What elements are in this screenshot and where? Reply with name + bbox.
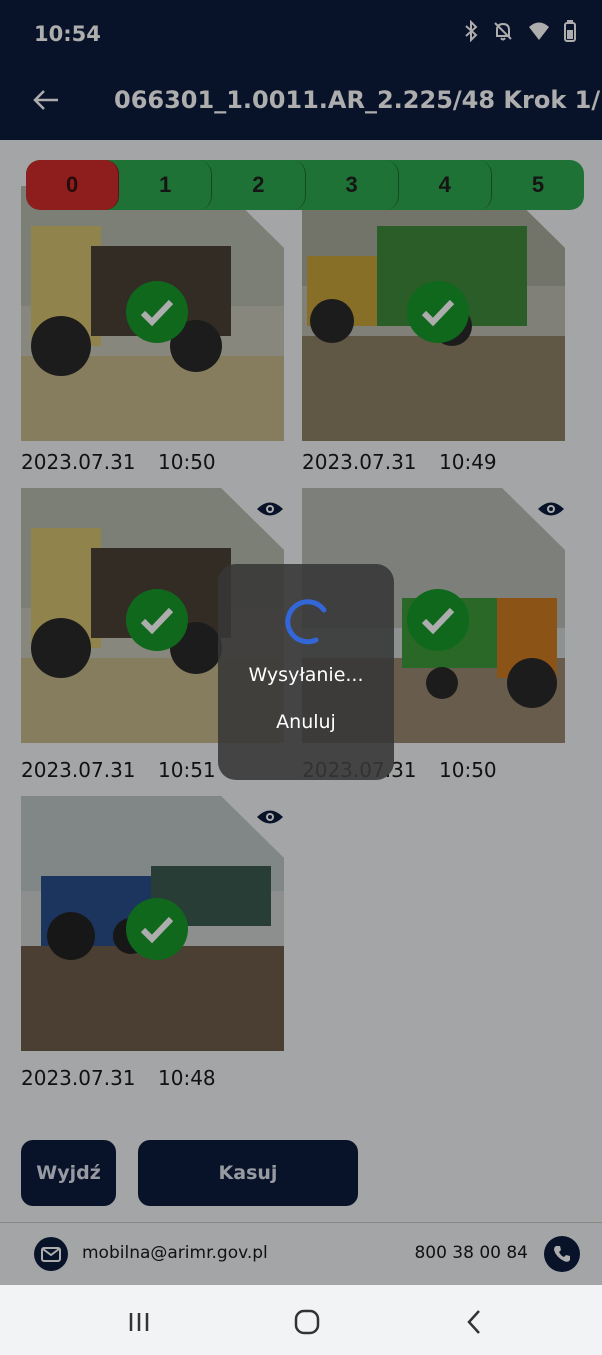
cancel-button[interactable]: Anuluj bbox=[218, 711, 394, 733]
home-icon[interactable] bbox=[294, 1309, 320, 1335]
recent-apps-icon[interactable] bbox=[128, 1311, 150, 1333]
system-nav-bar bbox=[0, 1285, 602, 1355]
back-nav-icon[interactable] bbox=[466, 1309, 482, 1335]
phone-screen: 10:54 066301_1.0011.AR_2.225/48 Krok 1/2 bbox=[0, 0, 602, 1355]
dialog-message: Wysyłanie... bbox=[248, 664, 364, 686]
upload-progress-dialog: Wysyłanie... Anuluj bbox=[218, 564, 394, 780]
loading-spinner-icon bbox=[285, 599, 327, 645]
modal-scrim-top bbox=[0, 0, 602, 140]
